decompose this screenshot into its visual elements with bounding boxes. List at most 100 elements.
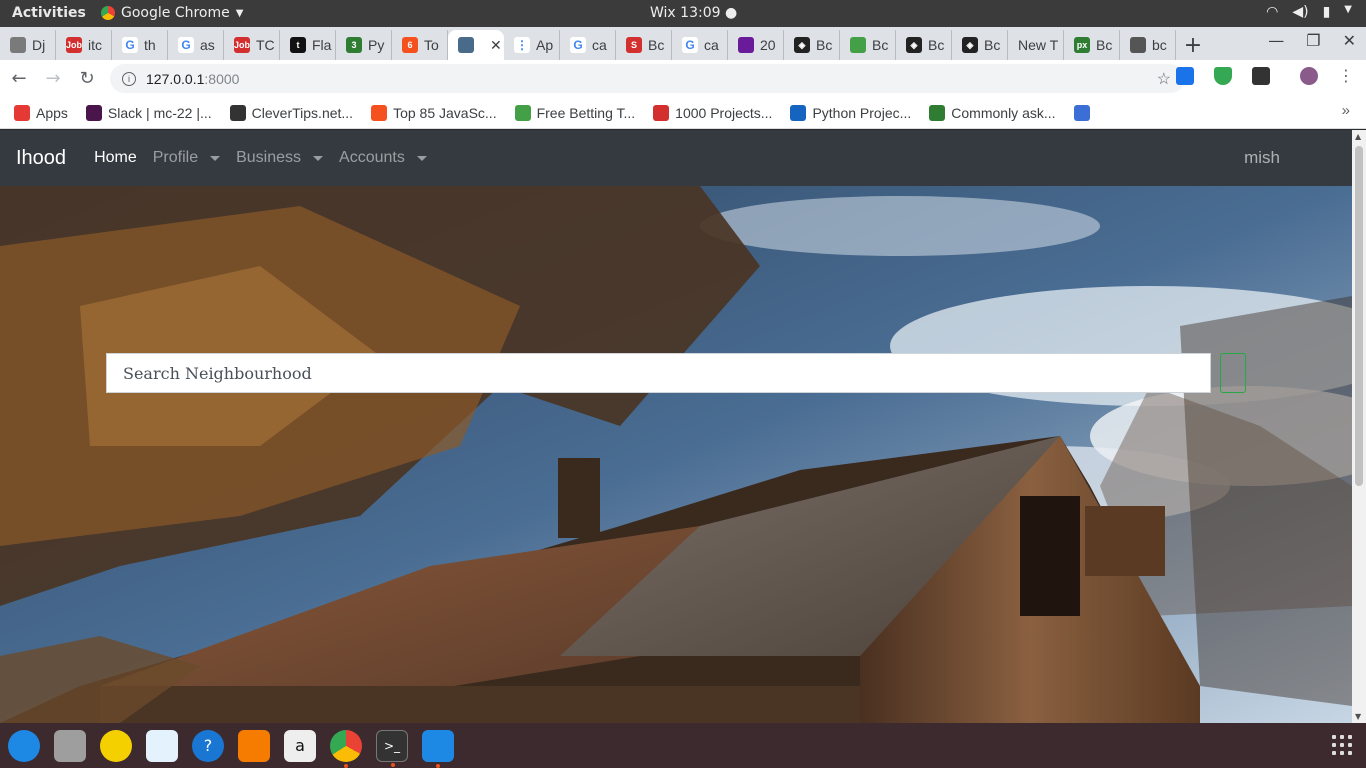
- tab-favicon-icon: Job: [66, 37, 82, 53]
- tab-label: Bc: [872, 37, 889, 53]
- browser-tab[interactable]: Job TC: [224, 30, 280, 60]
- close-icon[interactable]: ✕: [1343, 31, 1356, 50]
- new-tab-button[interactable]: +: [1176, 30, 1210, 60]
- tab-favicon-icon: G: [570, 37, 586, 53]
- user-name[interactable]: mish: [1244, 148, 1280, 168]
- browser-tab[interactable]: Gas: [168, 30, 224, 60]
- tab-label: To: [424, 37, 439, 53]
- terminal-icon[interactable]: >_: [376, 729, 408, 767]
- system-top-bar: Activities Google Chrome ▼ Wix 13:09 ● ◠…: [0, 0, 1366, 27]
- browser-tab[interactable]: Bc: [840, 30, 896, 60]
- browser-tab[interactable]: ◈ Bc: [784, 30, 840, 60]
- chrome-dock-icon[interactable]: [330, 729, 362, 768]
- bookmark-item[interactable]: Apps: [14, 104, 68, 121]
- browser-tab[interactable]: Job itc: [56, 30, 112, 60]
- browser-tab[interactable]: 6 To: [392, 30, 448, 60]
- download-extension-icon[interactable]: [1176, 66, 1194, 85]
- restore-icon[interactable]: ❐: [1306, 31, 1320, 50]
- bookmark-label: 1000 Projects...: [675, 104, 773, 121]
- browser-tab[interactable]: t Fla: [280, 30, 336, 60]
- bookmark-item[interactable]: CleverTips.net...: [229, 104, 353, 121]
- bookmark-item[interactable]: Python Projec...: [790, 104, 911, 121]
- tab-favicon-icon: ⋮: [514, 37, 530, 53]
- browser-tab[interactable]: 3 Py: [336, 30, 392, 60]
- browser-tab[interactable]: Gca: [672, 30, 728, 60]
- search-button[interactable]: [1220, 353, 1246, 393]
- browser-tab[interactable]: bc: [1120, 30, 1176, 60]
- more-menu-icon[interactable]: ⋮: [1338, 66, 1354, 85]
- tab-favicon-icon: 6: [402, 37, 418, 53]
- software-center-icon[interactable]: [238, 729, 270, 762]
- close-icon[interactable]: ✕: [490, 37, 502, 54]
- tab-favicon-icon: 3: [346, 37, 362, 53]
- nav-item-label: Business: [236, 149, 302, 166]
- ibb-bookmark-icon[interactable]: [1073, 104, 1090, 121]
- search-input[interactable]: [123, 363, 1210, 383]
- scroll-up-icon[interactable]: ▲: [1355, 132, 1361, 141]
- bookmark-item[interactable]: Free Betting T...: [514, 104, 635, 121]
- amazon-icon[interactable]: a: [284, 729, 316, 762]
- browser-tab[interactable]: Gth: [112, 30, 168, 60]
- clock[interactable]: Wix 13:09 ●: [650, 5, 737, 21]
- browser-tab[interactable]: ◈ Bc: [952, 30, 1008, 60]
- bookmark-item[interactable]: Commonly ask...: [929, 104, 1056, 121]
- browser-tab[interactable]: Dj: [0, 30, 56, 60]
- scrollbar-thumb[interactable]: [1355, 146, 1363, 486]
- nav-item-business[interactable]: Business: [236, 149, 324, 167]
- bookmarks-overflow-icon[interactable]: »: [1342, 102, 1350, 119]
- nav-item-accounts[interactable]: Accounts: [339, 149, 427, 167]
- minimize-icon[interactable]: —: [1268, 31, 1284, 50]
- browser-toolbar: ← → ↻ i 127.0.0.1 :8000 ☆ ⋮: [0, 60, 1366, 97]
- nav-item-profile[interactable]: Profile: [153, 149, 221, 167]
- browser-tab[interactable]: ⋮ Ap: [504, 30, 560, 60]
- scroll-down-icon[interactable]: ▼: [1355, 712, 1361, 721]
- browser-tab[interactable]: ✕: [448, 30, 504, 60]
- rhythmbox-icon[interactable]: [100, 729, 132, 762]
- tab-label: as: [200, 37, 215, 53]
- tab-label: Fla: [312, 37, 332, 53]
- tab-favicon-icon: [850, 37, 866, 53]
- browser-tab[interactable]: S Bc: [616, 30, 672, 60]
- bookmark-item[interactable]: 1000 Projects...: [653, 104, 773, 121]
- help-icon[interactable]: ?: [192, 729, 224, 762]
- cube-extension-icon[interactable]: [1252, 66, 1270, 85]
- activities-button[interactable]: Activities: [12, 5, 86, 21]
- avatar[interactable]: [1300, 66, 1318, 85]
- tab-favicon-icon: ◈: [906, 37, 922, 53]
- address-bar[interactable]: i 127.0.0.1 :8000 ☆: [110, 64, 1185, 93]
- browser-tab[interactable]: px Bc: [1064, 30, 1120, 60]
- bookmark-item[interactable]: Slack | mc-22 |...: [85, 104, 212, 121]
- tab-favicon-icon: ◈: [962, 37, 978, 53]
- page-scrollbar[interactable]: ▲ ▼: [1352, 130, 1366, 723]
- bookmark-label: Top 85 JavaSc...: [393, 104, 497, 121]
- arrow-right-icon: →: [45, 68, 61, 89]
- system-tray[interactable]: ◠ ◀) ▮ ▼: [1266, 4, 1352, 20]
- files-icon[interactable]: [54, 729, 86, 762]
- site-brand[interactable]: Ihood: [16, 147, 66, 170]
- bookmark-favicon-icon: [653, 104, 670, 121]
- app-menu[interactable]: Google Chrome ▼: [101, 5, 243, 21]
- tab-label: Bc: [1096, 37, 1113, 53]
- tab-label: Bc: [984, 37, 1001, 53]
- shield-extension-icon[interactable]: [1214, 66, 1232, 85]
- browser-tab[interactable]: 20: [728, 30, 784, 60]
- thunderbird-icon[interactable]: [8, 729, 40, 762]
- tab-favicon-icon: Job: [234, 37, 250, 53]
- tab-label: TC: [256, 37, 275, 53]
- bookmarks-bar: Apps Slack | mc-22 |... CleverTips.net... T…: [0, 97, 1366, 129]
- show-apps-icon[interactable]: [1332, 735, 1352, 755]
- writer-icon[interactable]: [146, 729, 178, 762]
- bookmark-item[interactable]: Top 85 JavaSc...: [371, 104, 497, 121]
- forward-button[interactable]: →: [38, 64, 68, 94]
- bookmark-star-icon[interactable]: ☆: [1157, 69, 1171, 89]
- nav-item-home[interactable]: Home: [94, 149, 137, 167]
- vscode-icon[interactable]: [422, 729, 454, 768]
- browser-tab[interactable]: Gca: [560, 30, 616, 60]
- tab-label: 20: [760, 37, 776, 53]
- back-button[interactable]: ←: [4, 64, 34, 94]
- tab-label: itc: [88, 37, 102, 53]
- browser-tab[interactable]: New T: [1008, 30, 1064, 60]
- tab-label: Bc: [648, 37, 665, 53]
- browser-tab[interactable]: ◈ Bc: [896, 30, 952, 60]
- reload-button[interactable]: ↻: [72, 64, 102, 94]
